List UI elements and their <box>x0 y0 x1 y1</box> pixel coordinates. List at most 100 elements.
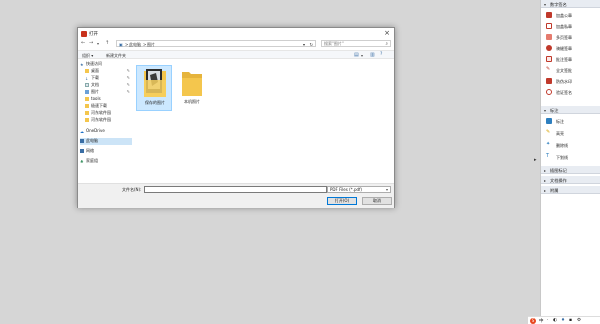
organize-menu[interactable]: 组织 ▾ <box>82 53 93 59</box>
nav-item-network[interactable]: 网络 <box>80 148 132 155</box>
tool-comment[interactable]: 标注 <box>541 116 600 126</box>
nav-item-documents[interactable]: 文档 ✎ <box>80 82 132 89</box>
search-input[interactable] <box>324 41 382 46</box>
section-attachments[interactable]: ▸ 附属 <box>541 186 600 194</box>
document-icon <box>85 83 89 87</box>
tool-underline[interactable]: T 下划线 <box>541 152 600 162</box>
nav-item-folder[interactable]: 河东软件园 <box>80 110 132 117</box>
up-arrow-icon[interactable]: ↑ <box>105 40 109 46</box>
pictures-icon <box>85 90 89 94</box>
nav-item-downloads[interactable]: ↓ 下载 ✎ <box>80 75 132 82</box>
annotation-stamp-icon <box>546 56 552 62</box>
search-icon[interactable]: ⌕ <box>385 41 388 47</box>
pin-icon: ✎ <box>126 82 130 87</box>
nav-item-quick-access[interactable]: ★ 快速访问 <box>80 61 132 68</box>
navigation-pane: ★ 快速访问 桌面 ✎ ↓ 下载 ✎ 文档 ✎ 图片 ✎ tools 极速下载 河东软件园 … <box>80 61 132 186</box>
ime-mode-label[interactable]: 中 <box>539 318 544 324</box>
system-tray: S 中 · ◐ ♦ ▪ ⚙ <box>528 316 600 324</box>
pin-icon: ✎ <box>126 68 130 73</box>
nav-label: 网络 <box>86 148 94 153</box>
nav-item-this-pc[interactable]: 此电脑 <box>80 138 132 145</box>
folder-icon <box>85 97 89 101</box>
chevron-down-icon: ▾ <box>385 187 388 192</box>
nav-label: 下载 <box>91 75 99 80</box>
section-annotation[interactable]: ▾ 标注 <box>541 106 600 114</box>
mic-icon[interactable]: ♦ <box>561 318 565 323</box>
nav-label: tools <box>91 96 101 101</box>
watermark-icon <box>546 78 552 84</box>
collapse-panel-icon[interactable]: ▸ <box>534 157 537 163</box>
file-label: 保存的图片 <box>145 100 165 105</box>
tool-watermark[interactable]: 防伪水印 <box>541 76 600 86</box>
forward-arrow-icon[interactable]: → <box>89 40 93 46</box>
nav-label: 图片 <box>91 89 99 94</box>
tray-settings-icon[interactable]: ⚙ <box>577 318 581 323</box>
search-box[interactable]: ⌕ <box>321 40 391 47</box>
section-illustration-marks[interactable]: ▸ 插图标记 <box>541 166 600 174</box>
close-icon[interactable]: × <box>384 29 390 37</box>
moon-icon[interactable]: ◐ <box>553 318 557 323</box>
tool-annotation-stamp[interactable]: 批注签章 <box>541 54 600 64</box>
pictures-icon: ▣ <box>119 42 123 47</box>
address-row: ← → ▾ ↑ ▣ > 此电脑 > 图片 ▾ ↻ ⌕ <box>78 39 394 49</box>
open-file-dialog: 打开 × ← → ▾ ↑ ▣ > 此电脑 > 图片 ▾ ↻ ⌕ 组织 ▾ 新建文… <box>77 27 395 208</box>
breadcrumb-this-pc[interactable]: 此电脑 <box>129 42 141 48</box>
tool-multipage-stamp[interactable]: 多页签章 <box>541 32 600 42</box>
back-arrow-icon[interactable]: ← <box>81 40 85 46</box>
help-icon[interactable]: ? <box>380 52 382 57</box>
section-digital-signature[interactable]: ▾ 数字签名 <box>541 0 600 8</box>
nav-item-pictures[interactable]: 图片 ✎ <box>80 89 132 96</box>
file-type-select[interactable]: PDF Files (*.pdf) ▾ <box>327 186 391 193</box>
homegroup-icon: ♣ <box>80 159 84 165</box>
folder-icon <box>85 118 89 122</box>
tool-seam-stamp[interactable]: 骑缝签章 <box>541 43 600 53</box>
filename-input[interactable] <box>144 186 327 193</box>
collapsed-icon: ▸ <box>544 167 547 173</box>
expanded-icon: ▾ <box>544 1 547 7</box>
tool-public-stamp[interactable]: 加盖公章 <box>541 10 600 20</box>
nav-item-folder[interactable]: 极速下载 <box>80 103 132 110</box>
nav-label: 极速下载 <box>91 103 107 108</box>
file-item-saved-pictures[interactable]: 保存的图片 <box>136 65 172 111</box>
nav-label: OneDrive <box>86 128 105 133</box>
computer-icon <box>80 139 84 143</box>
new-folder-button[interactable]: 新建文件夹 <box>106 53 126 59</box>
breadcrumb-pictures[interactable]: 图片 <box>147 42 155 48</box>
chevron-down-icon[interactable]: ▾ <box>303 42 305 47</box>
collapsed-icon: ▸ <box>544 177 547 183</box>
refresh-icon[interactable]: ↻ <box>310 42 313 47</box>
nav-item-desktop[interactable]: 桌面 ✎ <box>80 68 132 75</box>
tool-strikethrough[interactable]: ✦ 删除线 <box>541 140 600 150</box>
nav-label: 家庭组 <box>86 158 98 163</box>
filename-label: 文件名(N): <box>122 187 142 192</box>
star-icon: ★ <box>80 62 84 68</box>
open-button[interactable]: 打开(O) <box>327 197 357 205</box>
keyboard-icon[interactable]: ▪ <box>569 318 572 323</box>
pin-icon: ✎ <box>126 89 130 94</box>
tool-private-stamp[interactable]: 加盖私章 <box>541 21 600 31</box>
tool-full-sign[interactable]: ✎ 全文签批 <box>541 65 600 75</box>
folder-icon <box>85 104 89 108</box>
recent-dropdown-icon[interactable]: ▾ <box>97 41 99 46</box>
nav-item-homegroup[interactable]: ♣ 家庭组 <box>80 158 132 165</box>
nav-item-onedrive[interactable]: ☁ OneDrive <box>80 128 132 135</box>
nav-label: 桌面 <box>91 68 99 73</box>
cancel-button[interactable]: 取消 <box>362 197 392 205</box>
section-document-operations[interactable]: ▸ 文档操作 <box>541 176 600 184</box>
sogou-ime-icon[interactable]: S <box>530 318 536 324</box>
view-options-icon[interactable]: ▤ <box>354 52 359 58</box>
pen-sign-icon: ✎ <box>546 66 551 72</box>
address-bar[interactable]: ▣ > 此电脑 > 图片 ▾ ↻ <box>116 40 316 47</box>
underline-icon: T <box>546 153 550 159</box>
tray-dot-icon[interactable]: · <box>547 318 548 323</box>
tool-verify-signature[interactable]: 验证签名 <box>541 87 600 97</box>
nav-item-folder[interactable]: 河东软件园 <box>80 117 132 124</box>
tool-highlight[interactable]: ✎ 高亮 <box>541 128 600 138</box>
highlight-icon: ✎ <box>546 129 551 135</box>
verify-icon <box>546 89 552 95</box>
file-item-camera-roll[interactable]: 本机照片 <box>174 65 210 111</box>
preview-pane-icon[interactable]: ▥ <box>370 52 375 58</box>
chevron-down-icon[interactable]: ▾ <box>361 53 363 58</box>
nav-item-tools[interactable]: tools <box>80 96 132 103</box>
nav-label: 文档 <box>91 82 99 87</box>
